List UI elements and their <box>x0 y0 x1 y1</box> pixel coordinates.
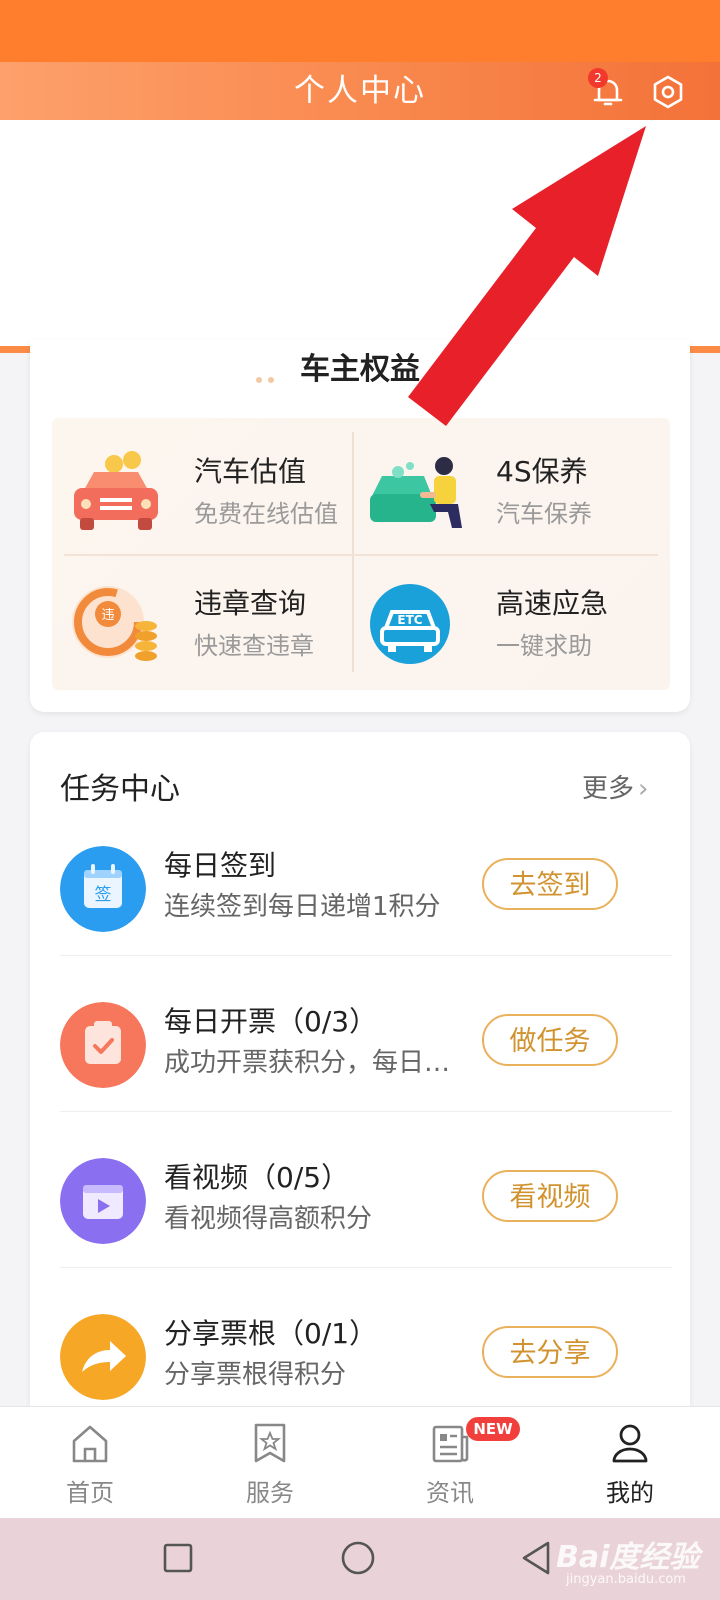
invoice-icon <box>60 1002 146 1088</box>
task-row-daily-invoice: 每日开票（0/3） 成功开票获积分，每日… 做任务 <box>30 988 690 1146</box>
video-icon <box>60 1158 146 1244</box>
owner-rights-grid: 汽车估值 免费在线估值 4S保养 汽车保养 违 违章查询 快速查违章 ETC 高… <box>52 418 670 690</box>
new-badge: NEW <box>466 1417 520 1441</box>
home-icon <box>72 1425 108 1463</box>
gear-icon[interactable] <box>650 74 686 110</box>
do-task-button[interactable]: 做任务 <box>482 1014 618 1066</box>
rights-item-subtitle: 一键求助 <box>496 632 592 660</box>
person-icon <box>612 1424 648 1463</box>
rights-item-title: 违章查询 <box>194 587 307 620</box>
task-description: 分享票根得积分 <box>164 1360 347 1390</box>
recent-apps-icon[interactable] <box>162 1542 194 1574</box>
news-icon <box>432 1425 469 1463</box>
back-triangle-icon[interactable] <box>520 1540 552 1576</box>
home-circle-icon[interactable] <box>340 1540 376 1576</box>
tab-label: 服务 <box>246 1479 294 1507</box>
rights-item-subtitle: 免费在线估值 <box>194 500 338 528</box>
sign-in-calendar-icon: 签 <box>60 846 146 932</box>
rights-item-4s-maintenance[interactable]: 4S保养 汽车保养 <box>354 428 654 548</box>
owner-rights-title: 车主权益 <box>300 352 420 387</box>
title-decoration <box>436 368 464 383</box>
bookmark-star-icon <box>254 1423 286 1463</box>
tab-services[interactable]: 服务 <box>210 1407 330 1519</box>
tab-label: 我的 <box>606 1479 654 1507</box>
rights-item-title: 汽车估值 <box>194 455 307 488</box>
status-bar <box>0 0 720 62</box>
svg-text:ETC: ETC <box>397 613 422 627</box>
header-bar: 个人中心 2 <box>0 62 720 120</box>
owner-rights-card: 车主权益 汽车估值 免费在线估值 4S保养 汽车保养 违 违章查询 快速查违章 … <box>30 340 690 712</box>
tab-label: 首页 <box>66 1479 114 1507</box>
bottom-tab-bar: 首页 服务 资讯 NEW 我的 <box>0 1406 720 1519</box>
svg-text:签: 签 <box>95 885 112 905</box>
row-divider <box>60 955 672 956</box>
etc-car-icon: ETC <box>370 584 450 664</box>
task-description: 成功开票获积分，每日… <box>164 1048 451 1078</box>
rights-item-car-valuation[interactable]: 汽车估值 免费在线估值 <box>52 428 352 548</box>
task-row-watch-video: 看视频（0/5） 看视频得高额积分 看视频 <box>30 1144 690 1302</box>
task-title: 每日开票（0/3） <box>164 1005 378 1038</box>
share-icon <box>60 1314 146 1400</box>
watermark-url: jingyan.baidu.com <box>566 1572 686 1587</box>
rights-item-subtitle: 快速查违章 <box>194 632 314 660</box>
share-button[interactable]: 去分享 <box>482 1326 618 1378</box>
rights-item-subtitle: 汽车保养 <box>496 500 592 528</box>
svg-text:违: 违 <box>101 608 114 623</box>
notification-badge: 2 <box>588 68 608 88</box>
tab-mine[interactable]: 我的 <box>570 1407 690 1519</box>
task-row-daily-sign-in: 签 每日签到 连续签到每日递增1积分 去签到 <box>30 832 690 990</box>
tab-home[interactable]: 首页 <box>30 1407 150 1519</box>
task-center-title: 任务中心 <box>60 772 180 807</box>
car-valuation-icon <box>74 451 158 530</box>
profile-area <box>0 120 720 346</box>
tab-label: 资讯 <box>426 1479 474 1507</box>
task-title: 分享票根（0/1） <box>164 1317 378 1350</box>
row-divider <box>60 1267 672 1268</box>
row-divider <box>60 1111 672 1112</box>
car-maintenance-icon <box>370 457 462 528</box>
rights-item-violation-query[interactable]: 违 违章查询 快速查违章 <box>52 560 352 680</box>
task-center-card: 任务中心 更多 › 签 每日签到 连续签到每日递增1积分 去签到 每日开票（0/3… <box>30 732 690 1432</box>
rights-item-highway-emergency[interactable]: ETC 高速应急 一键求助 <box>354 560 654 680</box>
more-label: 更多 <box>582 774 635 804</box>
task-title: 看视频（0/5） <box>164 1161 350 1194</box>
rights-item-title: 4S保养 <box>496 455 588 488</box>
baidu-jingyan-watermark: Bai度经验 jingyan.baidu.com <box>556 1530 716 1594</box>
watermark-main: Bai度经验 <box>556 1540 700 1575</box>
task-description: 看视频得高额积分 <box>164 1204 373 1234</box>
rights-item-title: 高速应急 <box>496 587 609 620</box>
task-description: 连续签到每日递增1积分 <box>164 892 441 922</box>
watch-video-button[interactable]: 看视频 <box>482 1170 618 1222</box>
task-title: 每日签到 <box>164 849 277 882</box>
violation-icon: 违 <box>72 586 157 661</box>
more-link[interactable]: 更多 › <box>582 768 648 805</box>
grid-divider <box>64 554 658 556</box>
chevron-right-icon: › <box>638 774 649 804</box>
sign-in-button[interactable]: 去签到 <box>482 858 618 910</box>
